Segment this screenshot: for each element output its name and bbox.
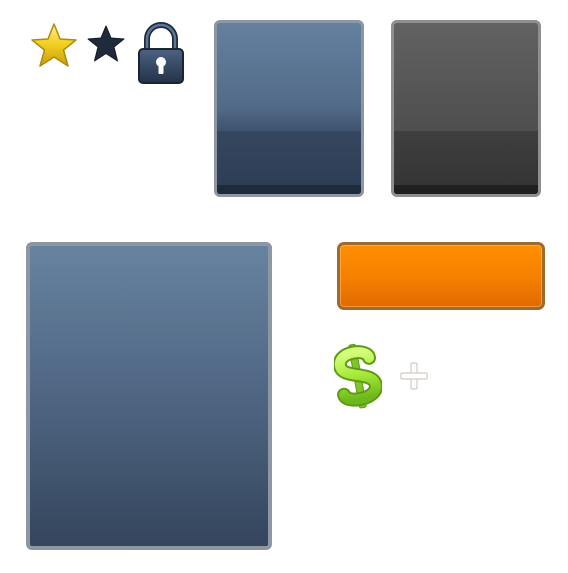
star-icon [31, 23, 77, 67]
tile-bottom-strip [394, 185, 538, 194]
blue-tile-small[interactable] [214, 20, 364, 197]
blue-tile-large[interactable] [26, 242, 272, 550]
gray-tile-small[interactable] [391, 20, 541, 197]
orange-button[interactable] [337, 242, 545, 310]
dollar-icon [334, 343, 382, 409]
tile-bottom-strip [217, 185, 361, 194]
plus-icon [400, 362, 428, 390]
star-outline-icon [87, 25, 125, 62]
lock-icon [138, 22, 184, 84]
